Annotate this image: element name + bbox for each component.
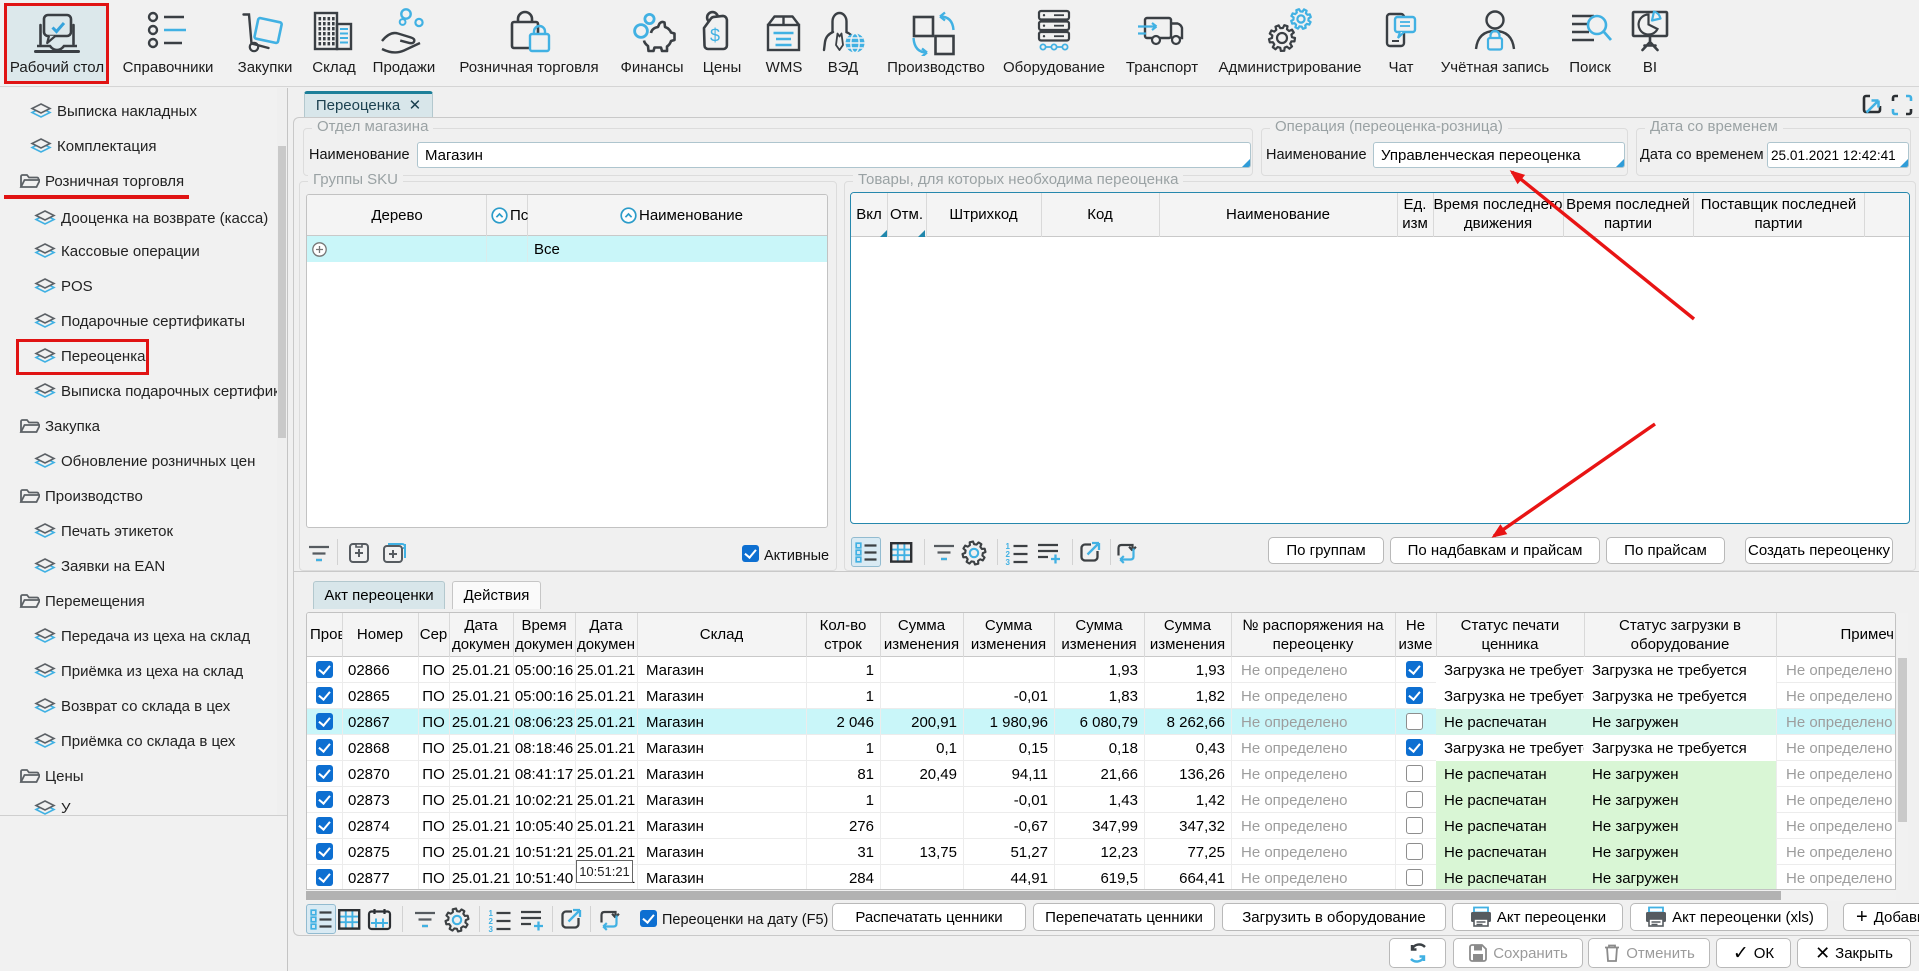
svg-text:3: 3 (489, 925, 494, 932)
svg-text:3: 3 (1006, 558, 1011, 565)
svg-text:$: $ (710, 26, 720, 46)
